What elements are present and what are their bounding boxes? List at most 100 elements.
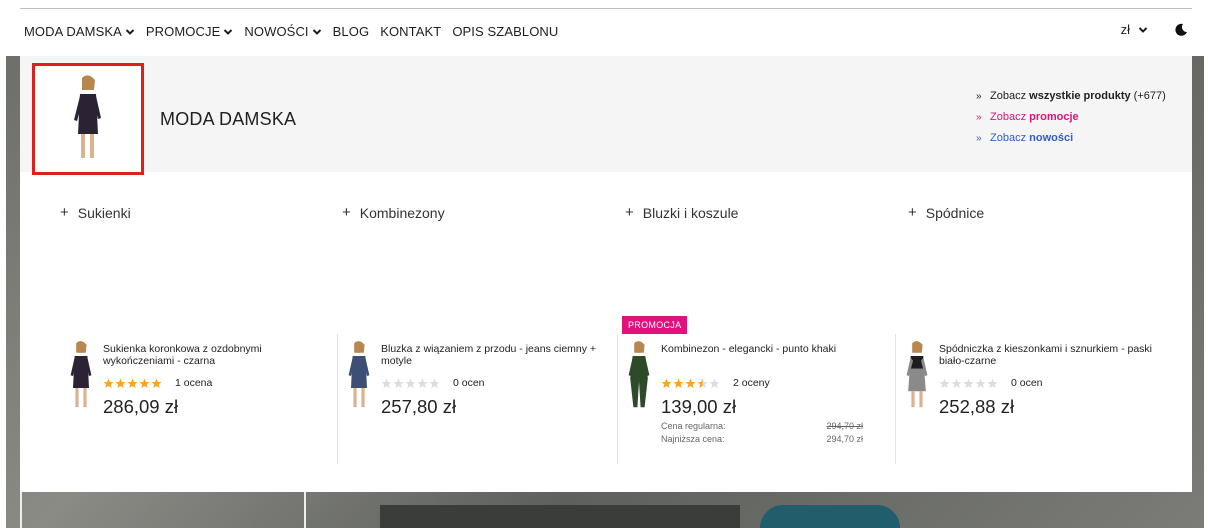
regular-price-row: Cena regularna: 294,70 zł xyxy=(661,420,863,433)
rating-stars xyxy=(661,378,721,389)
star-icon xyxy=(381,378,392,388)
product-rating: 0 ocen xyxy=(939,377,1164,389)
rating-count: 2 oceny xyxy=(733,377,770,389)
mega-menu-header: MODA DAMSKA » Zobacz wszystkie produkty (… xyxy=(20,56,1192,175)
product-rating: 2 oceny xyxy=(661,377,886,389)
see-link-bold: promocje xyxy=(1029,111,1079,123)
star-icon xyxy=(685,378,696,388)
double-chevron-right-icon: » xyxy=(976,112,982,123)
nav-item-label: KONTAKT xyxy=(380,24,442,39)
rating-stars xyxy=(381,378,441,389)
mega-menu-panel: MODA DAMSKA » Zobacz wszystkie produkty (… xyxy=(20,56,1192,492)
subcategory-1[interactable]: + Sukienki xyxy=(60,204,131,221)
see-link-text: Zobacz wszystkie produkty (+677) xyxy=(990,86,1166,107)
star-icon xyxy=(429,378,440,388)
nav-item-blog[interactable]: BLOG xyxy=(333,24,370,39)
star-icon xyxy=(963,378,974,388)
product-price: 252,88 zł xyxy=(939,396,1015,417)
currency-label: zł xyxy=(1120,22,1130,37)
star-icon xyxy=(987,378,998,388)
regular-price-label: Cena regularna: xyxy=(661,421,726,431)
double-chevron-right-icon: » xyxy=(976,91,982,102)
product-name[interactable]: Bluzka z wiązaniem z przodu - jeans ciem… xyxy=(381,343,606,369)
star-icon xyxy=(127,378,138,388)
subcategory-4[interactable]: + Spódnice xyxy=(908,204,984,221)
category-thumbnail[interactable] xyxy=(32,63,144,175)
see-link-item[interactable]: » Zobacz nowości xyxy=(976,128,1166,149)
product-card[interactable]: Bluzka z wiązaniem z przodu - jeans ciem… xyxy=(338,316,614,464)
plus-icon: + xyxy=(908,204,917,221)
see-link-text: Zobacz promocje xyxy=(990,107,1079,128)
product-card[interactable]: Sukienka koronkowa z ozdobnymi wykończen… xyxy=(60,316,336,464)
see-link-text: Zobacz nowości xyxy=(990,128,1073,149)
star-icon xyxy=(975,378,986,388)
subcategory-2[interactable]: + Kombinezony xyxy=(342,204,445,221)
nav-item-nowości[interactable]: NOWOŚCI xyxy=(244,24,321,39)
subcategory-3[interactable]: + Bluzki i koszule xyxy=(625,204,738,221)
product-info: Spódniczka z kieszonkami i sznurkiem - p… xyxy=(939,343,1164,418)
star-icon xyxy=(115,378,126,388)
star-icon xyxy=(139,378,150,388)
nav-item-kontakt[interactable]: KONTAKT xyxy=(380,24,441,39)
product-info: Kombinezon - elegancki - punto khaki 2 oc… xyxy=(661,343,886,446)
star-icon xyxy=(417,378,428,388)
product-name[interactable]: Spódniczka z kieszonkami i sznurkiem - p… xyxy=(939,343,1164,369)
plus-icon: + xyxy=(625,204,634,221)
subcategory-label: Bluzki i koszule xyxy=(642,204,739,221)
chevron-down-icon xyxy=(125,27,135,37)
see-link-item[interactable]: » Zobacz promocje xyxy=(976,107,1166,128)
rating-stars xyxy=(939,378,999,389)
product-name[interactable]: Kombinezon - elegancki - punto khaki xyxy=(661,343,886,369)
see-link-prefix: Zobacz xyxy=(990,132,1030,144)
nav-item-promocje[interactable]: PROMOCJE xyxy=(146,24,233,39)
star-icon xyxy=(405,378,416,388)
plus-icon: + xyxy=(342,204,351,221)
star-icon xyxy=(393,378,404,388)
see-link-suffix: (+677) xyxy=(1130,90,1166,102)
nav-item-opis-szablonu[interactable]: OPIS SZABLONU xyxy=(452,24,558,39)
top-navigation: MODA DAMSKA PROMOCJE NOWOŚCI BLOG KONTAKT OPI… xyxy=(0,0,1208,56)
star-icon xyxy=(151,378,162,388)
chevron-down-icon xyxy=(312,27,322,37)
subcategory-label: Kombinezony xyxy=(359,204,445,221)
product-name[interactable]: Sukienka koronkowa z ozdobnymi wykończen… xyxy=(103,343,328,369)
moon-icon[interactable] xyxy=(1174,23,1188,37)
product-rating: 1 ocena xyxy=(103,377,328,389)
see-link-prefix: Zobacz xyxy=(990,90,1030,102)
plus-icon: + xyxy=(60,204,69,221)
product-card[interactable]: Spódniczka z kieszonkami i sznurkiem - p… xyxy=(896,316,1172,464)
product-image[interactable] xyxy=(338,340,380,412)
main-menu: MODA DAMSKA PROMOCJE NOWOŚCI BLOG KONTAKT OPI… xyxy=(24,24,569,39)
nav-tools: zł xyxy=(1121,22,1188,37)
nav-item-moda-damska[interactable]: MODA DAMSKA xyxy=(24,24,135,39)
lowest-price-label: Najniższa cena: xyxy=(661,434,725,444)
product-card[interactable]: Kombinezon - elegancki - punto khaki 2 oc… xyxy=(618,316,894,464)
product-image[interactable] xyxy=(60,340,102,412)
product-price: 139,00 zł xyxy=(661,396,737,417)
lowest-price-row: Najniższa cena: 294,70 zł xyxy=(661,433,863,446)
see-link-prefix: Zobacz xyxy=(990,111,1030,123)
star-icon xyxy=(939,378,950,388)
lowest-price-value: 294,70 zł xyxy=(826,434,863,444)
price-details: Cena regularna: 294,70 zł Najniższa cena: 2… xyxy=(661,420,886,446)
product-image[interactable] xyxy=(896,340,938,412)
chevron-down-icon xyxy=(1138,25,1148,35)
product-price: 286,09 zł xyxy=(103,396,179,417)
hero-button-outline[interactable] xyxy=(20,490,306,528)
double-chevron-right-icon: » xyxy=(976,133,982,144)
hero-image-teal xyxy=(760,505,900,528)
nav-item-label: NOWOŚCI xyxy=(244,24,309,39)
nav-item-label: PROMOCJE xyxy=(145,24,221,39)
product-info: Bluzka z wiązaniem z przodu - jeans ciem… xyxy=(381,343,606,418)
product-image[interactable] xyxy=(618,340,660,412)
see-link-item[interactable]: » Zobacz wszystkie produkty (+677) xyxy=(976,86,1166,107)
chevron-down-icon xyxy=(223,27,233,37)
nav-item-label: MODA DAMSKA xyxy=(24,24,122,39)
currency-selector[interactable]: zł xyxy=(1121,22,1148,37)
rating-count: 0 ocen xyxy=(453,377,485,389)
subcategory-label: Sukienki xyxy=(77,204,131,221)
regular-price-value: 294,70 zł xyxy=(826,421,863,431)
product-info: Sukienka koronkowa z ozdobnymi wykończen… xyxy=(103,343,328,418)
product-price: 257,80 zł xyxy=(381,396,457,417)
category-title: MODA DAMSKA xyxy=(160,109,297,129)
